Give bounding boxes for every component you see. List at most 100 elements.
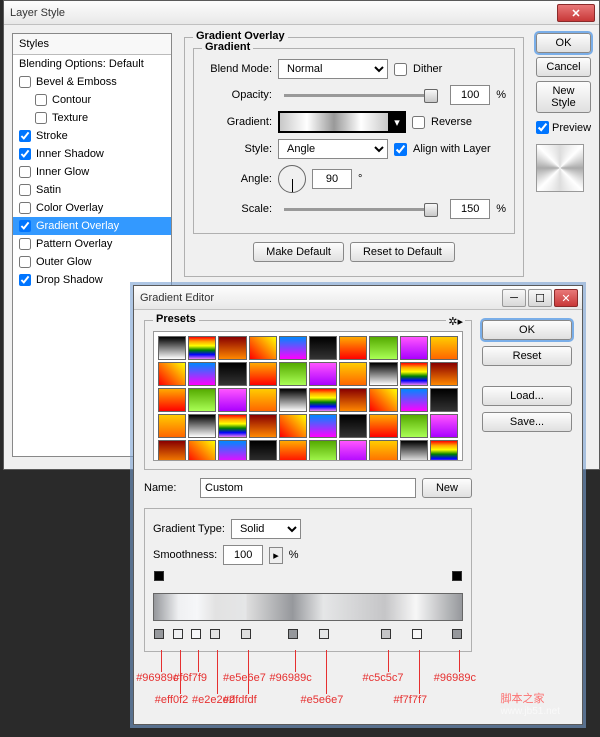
preset-swatch[interactable] bbox=[369, 336, 397, 360]
sidebar-item-gradient-overlay[interactable]: Gradient Overlay bbox=[13, 217, 171, 235]
color-stop[interactable] bbox=[381, 629, 391, 639]
gradient-type-select[interactable]: Solid bbox=[231, 519, 301, 539]
preset-swatch[interactable] bbox=[218, 414, 246, 438]
preset-swatch[interactable] bbox=[188, 414, 216, 438]
color-stop[interactable] bbox=[452, 629, 462, 639]
preset-swatch[interactable] bbox=[369, 440, 397, 461]
ok-button[interactable]: OK bbox=[482, 320, 572, 340]
preset-swatch[interactable] bbox=[279, 414, 307, 438]
color-stop[interactable] bbox=[241, 629, 251, 639]
preset-swatch[interactable] bbox=[249, 362, 277, 386]
reverse-checkbox[interactable] bbox=[412, 116, 425, 129]
preset-swatch[interactable] bbox=[309, 388, 337, 412]
dither-checkbox[interactable] bbox=[394, 63, 407, 76]
preset-swatch[interactable] bbox=[400, 388, 428, 412]
opacity-stop[interactable] bbox=[452, 571, 462, 581]
preset-swatch[interactable] bbox=[400, 414, 428, 438]
blending-options[interactable]: Blending Options: Default bbox=[13, 55, 171, 73]
color-stop[interactable] bbox=[173, 629, 183, 639]
preset-swatch[interactable] bbox=[430, 336, 458, 360]
preset-swatch[interactable] bbox=[339, 388, 367, 412]
color-stop[interactable] bbox=[210, 629, 220, 639]
preset-swatch[interactable] bbox=[430, 440, 458, 461]
new-style-button[interactable]: New Style bbox=[536, 81, 591, 113]
sidebar-item-inner-shadow[interactable]: Inner Shadow bbox=[13, 145, 171, 163]
sidebar-item-texture[interactable]: Texture bbox=[13, 109, 171, 127]
preset-swatch[interactable] bbox=[218, 388, 246, 412]
color-stop[interactable] bbox=[288, 629, 298, 639]
preset-swatch[interactable] bbox=[279, 440, 307, 461]
preset-swatch[interactable] bbox=[249, 388, 277, 412]
preset-swatch[interactable] bbox=[249, 440, 277, 461]
angle-dial[interactable] bbox=[278, 165, 306, 193]
preset-swatch[interactable] bbox=[309, 414, 337, 438]
sidebar-item-bevel-emboss[interactable]: Bevel & Emboss bbox=[13, 73, 171, 91]
preset-swatch[interactable] bbox=[309, 362, 337, 386]
preset-swatch[interactable] bbox=[188, 362, 216, 386]
ok-button[interactable]: OK bbox=[536, 33, 591, 53]
preset-swatch[interactable] bbox=[309, 440, 337, 461]
preset-swatch[interactable] bbox=[339, 362, 367, 386]
preset-swatch[interactable] bbox=[430, 388, 458, 412]
preset-swatch[interactable] bbox=[188, 388, 216, 412]
save-button[interactable]: Save... bbox=[482, 412, 572, 432]
sidebar-item-color-overlay[interactable]: Color Overlay bbox=[13, 199, 171, 217]
preset-swatch[interactable] bbox=[158, 362, 186, 386]
preset-swatch[interactable] bbox=[158, 440, 186, 461]
preset-swatch[interactable] bbox=[249, 414, 277, 438]
color-stop[interactable] bbox=[412, 629, 422, 639]
preset-swatch[interactable] bbox=[339, 414, 367, 438]
preset-swatch[interactable] bbox=[188, 336, 216, 360]
align-checkbox[interactable] bbox=[394, 143, 407, 156]
reset-button[interactable]: Reset bbox=[482, 346, 572, 366]
reset-default-button[interactable]: Reset to Default bbox=[350, 242, 455, 262]
preset-swatch[interactable] bbox=[279, 362, 307, 386]
preset-swatch[interactable] bbox=[369, 414, 397, 438]
preset-swatch[interactable] bbox=[369, 362, 397, 386]
make-default-button[interactable]: Make Default bbox=[253, 242, 344, 262]
preset-swatch[interactable] bbox=[430, 362, 458, 386]
preset-swatch[interactable] bbox=[218, 336, 246, 360]
color-stop[interactable] bbox=[191, 629, 201, 639]
load-button[interactable]: Load... bbox=[482, 386, 572, 406]
sidebar-item-inner-glow[interactable]: Inner Glow bbox=[13, 163, 171, 181]
preset-swatch[interactable] bbox=[249, 336, 277, 360]
gear-icon[interactable]: ✲▸ bbox=[446, 315, 465, 328]
preset-swatch[interactable] bbox=[309, 336, 337, 360]
gradient-swatch[interactable]: ▾ bbox=[278, 111, 406, 133]
preset-swatch[interactable] bbox=[218, 362, 246, 386]
sidebar-item-stroke[interactable]: Stroke bbox=[13, 127, 171, 145]
close-button[interactable]: ✕ bbox=[557, 4, 595, 22]
scale-input[interactable] bbox=[450, 199, 490, 219]
color-stop[interactable] bbox=[154, 629, 164, 639]
opacity-slider[interactable] bbox=[284, 94, 438, 97]
preset-swatch[interactable] bbox=[158, 336, 186, 360]
preset-swatch[interactable] bbox=[279, 336, 307, 360]
preset-swatch[interactable] bbox=[279, 388, 307, 412]
chevron-down-icon[interactable]: ▾ bbox=[389, 112, 405, 132]
preset-swatch[interactable] bbox=[158, 388, 186, 412]
sidebar-item-satin[interactable]: Satin bbox=[13, 181, 171, 199]
preset-swatch[interactable] bbox=[400, 336, 428, 360]
close-button[interactable]: ✕ bbox=[554, 289, 578, 307]
blend-mode-select[interactable]: Normal bbox=[278, 59, 388, 79]
preset-swatch[interactable] bbox=[158, 414, 186, 438]
new-button[interactable]: New bbox=[422, 478, 472, 498]
scale-slider[interactable] bbox=[284, 208, 438, 211]
preview-toggle[interactable]: Preview bbox=[536, 121, 591, 134]
maximize-button[interactable]: ☐ bbox=[528, 289, 552, 307]
angle-input[interactable] bbox=[312, 169, 352, 189]
smoothness-input[interactable] bbox=[223, 545, 263, 565]
preset-swatch[interactable] bbox=[188, 440, 216, 461]
sidebar-item-pattern-overlay[interactable]: Pattern Overlay bbox=[13, 235, 171, 253]
preset-swatch[interactable] bbox=[369, 388, 397, 412]
style-select[interactable]: Angle bbox=[278, 139, 388, 159]
preset-swatch[interactable] bbox=[339, 336, 367, 360]
color-stop[interactable] bbox=[319, 629, 329, 639]
preset-swatch[interactable] bbox=[400, 362, 428, 386]
preset-swatch[interactable] bbox=[430, 414, 458, 438]
chevron-right-icon[interactable]: ▸ bbox=[269, 547, 283, 564]
sidebar-item-outer-glow[interactable]: Outer Glow bbox=[13, 253, 171, 271]
gradient-bar[interactable] bbox=[153, 593, 463, 621]
cancel-button[interactable]: Cancel bbox=[536, 57, 591, 77]
